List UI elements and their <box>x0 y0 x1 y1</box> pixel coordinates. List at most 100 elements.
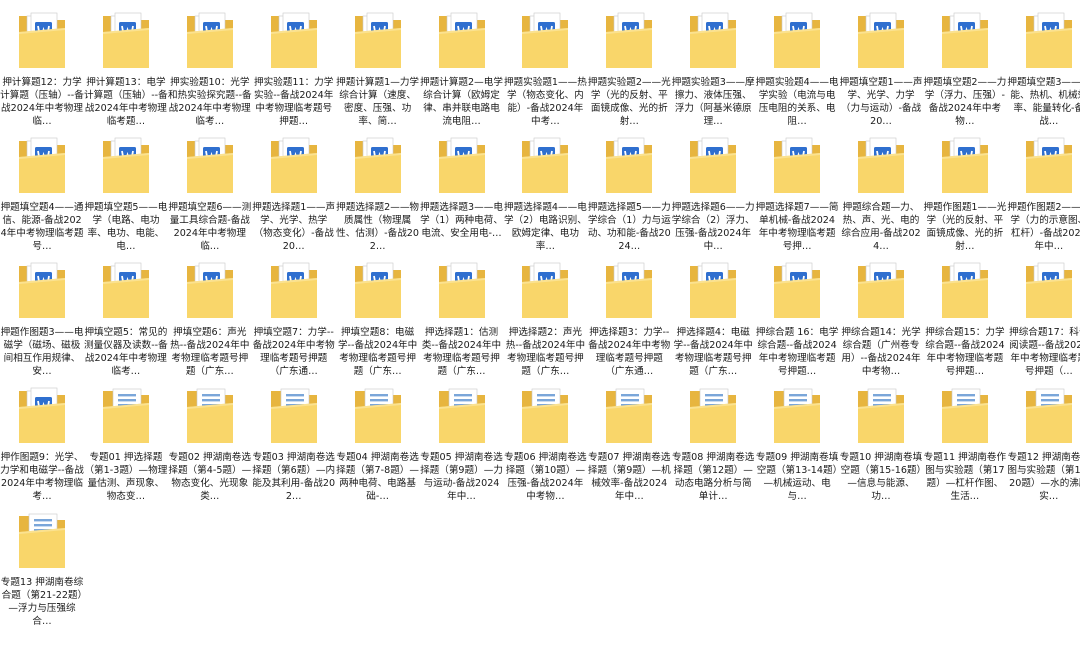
folder-item[interactable]: 押填空题6：声光热--备战2024年中考物理临考题号押题（广东… <box>168 252 252 380</box>
folder-icon <box>856 10 906 72</box>
folder-icon <box>353 260 403 322</box>
folder-label: 押实验题10：光学和热实验探究题--备战2024年中考物理临考… <box>167 77 252 127</box>
folder-item[interactable]: 押实验题10：光学和热实验探究题--备战2024年中考物理临考… <box>168 2 252 130</box>
folder-label: 押选择题3：力学--备战2024年中考物理临考题号押题（广东通… <box>588 327 671 377</box>
folder-item[interactable]: 押题选择题3——电学（1）两种电荷、电流、安全用电-… <box>420 127 504 255</box>
folder-item[interactable]: 专题10 押湖南卷填空题（第15-16题）—信息与能源、功… <box>839 377 923 505</box>
folder-item[interactable]: 押计算题13：电学计算题（压轴）--备战2024年中考物理临考题… <box>84 2 168 130</box>
folder-item[interactable]: 押题作图题3——电磁学（磁场、磁极间相互作用规律、安… <box>0 252 84 380</box>
folder-icon <box>101 385 151 447</box>
folder-icon <box>185 10 235 72</box>
folder-icon <box>520 135 570 197</box>
folder-label: 押填空题6：声光热--备战2024年中考物理临考题号押题（广东… <box>170 327 250 377</box>
folder-item[interactable]: 押题填空题6——测量工具综合题-备战2024年中考物理临… <box>168 127 252 255</box>
folder-item[interactable]: 专题09 押湖南卷填空题（第13-14题）—机械运动、电与… <box>755 377 839 505</box>
folder-icon <box>688 385 738 447</box>
folder-item[interactable]: 押题选择题7——简单机械-备战2024年中考物理临考题号押… <box>755 127 839 255</box>
folder-item[interactable]: 押填空题8：电磁学--备战2024年中考物理临考题号押题（广东… <box>336 252 420 380</box>
folder-item[interactable]: 押计算题12：力学计算题（压轴）--备战2024年中考物理临… <box>0 2 84 130</box>
folder-item[interactable]: 押题实验题4——电学实验（电流与电压电阻的关系、电阻… <box>755 2 839 130</box>
folder-item[interactable]: 押选择题2：声光热--备战2024年中考物理临考题号押题（广东… <box>503 252 587 380</box>
folder-item[interactable]: 押题选择题4——电学（2）电路识别、欧姆定律、电功率… <box>503 127 587 255</box>
folder-icon <box>604 10 654 72</box>
folder-label: 押综合题14：光学综合题（广州卷专用）--备战2024年中考物… <box>841 327 921 377</box>
folder-item[interactable]: 押题实验题3——摩擦力、液体压强、浮力（阿基米德原理… <box>671 2 755 130</box>
folder-label: 押题实验题2——光学（光的反射、平面镜成像、光的折射… <box>587 77 671 127</box>
folder-item[interactable]: 专题04 押湖南卷选择题（第7-8题）—两种电荷、电路基础-… <box>336 377 420 505</box>
folder-item[interactable]: 专题11 押湖南卷作图与实验题（第17题）—杠杆作图、生活… <box>923 377 1007 505</box>
folder-item[interactable]: 押题作图题1——光学（光的反射、平面镜成像、光的折射… <box>923 127 1007 255</box>
folder-label: 专题05 押湖南卷选择题（第9题）—力与运动-备战2024年中… <box>420 452 503 502</box>
folder-item[interactable]: 押题填空题4——通信、能源-备战2024年中考物理临考题号… <box>0 127 84 255</box>
folder-label: 押选择题1：估测类--备战2024年中考物理临考题号押题（广东… <box>421 327 502 377</box>
folder-item[interactable]: 押实验题11：力学实验--备战2024年中考物理临考题号押题… <box>252 2 336 130</box>
folder-item[interactable]: 专题02 押湖南卷选择题（第4-5题）—物态变化、光现象类… <box>168 377 252 505</box>
folder-icon <box>17 260 67 322</box>
folder-item[interactable]: 专题01 押选择题（第1-3题）—物理量估测、声现象、物态变… <box>84 377 168 505</box>
folder-item[interactable]: 押题选择题1——声学、光学、热学（物态变化）-备战20… <box>252 127 336 255</box>
folder-item[interactable]: 押题填空题3——内能、热机、机械效率、能量转化-备战… <box>1007 2 1080 130</box>
folder-icon <box>101 260 151 322</box>
folder-icon <box>17 10 67 72</box>
folder-label: 押题填空题1——声学、光学、力学（力与运动）-备战20… <box>839 77 923 127</box>
folder-item[interactable]: 押综合题15：力学综合题--备战2024年中考物理临考题号押题… <box>923 252 1007 380</box>
folder-item[interactable]: 专题08 押湖南卷选择题（第12题）—动态电路分析与简单计… <box>671 377 755 505</box>
folder-label: 专题08 押湖南卷选择题（第12题）—动态电路分析与简单计… <box>671 452 755 502</box>
folder-item[interactable]: 押填空题5：常见的测量仪器及读数--备战2024年中考物理临考… <box>84 252 168 380</box>
folder-item[interactable]: 专题13 押湖南卷综合题（第21-22题）—浮力与压强综合… <box>0 502 84 630</box>
folder-item[interactable]: 押综合题17：科普阅读题--备战2024年中考物理临考题号押题（… <box>1007 252 1080 380</box>
folder-label: 押作图题9：光学、力学和电磁学--备战2024年中考物理临考… <box>0 452 84 502</box>
folder-label: 押选择题2：声光热--备战2024年中考物理临考题号押题（广东… <box>505 327 586 377</box>
folder-item[interactable]: 押填空题7：力学--备战2024年中考物理临考题号押题（广东通… <box>252 252 336 380</box>
folder-item[interactable]: 押选择题3：力学--备战2024年中考物理临考题号押题（广东通… <box>587 252 671 380</box>
folder-icon <box>1024 385 1074 447</box>
folder-icon <box>940 10 990 72</box>
folder-label: 押题计算题2—电学综合计算（欧姆定律、串并联电路电流电阻… <box>420 77 503 127</box>
folder-item[interactable]: 专题05 押湖南卷选择题（第9题）—力与运动-备战2024年中… <box>420 377 504 505</box>
folder-item[interactable]: 押题填空题5——电学（电路、电功率、电功、电能、电… <box>84 127 168 255</box>
folder-item[interactable]: 专题12 押湖南卷作图与实验题（第18-20题）—水的沸腾实… <box>1007 377 1080 505</box>
folder-label: 专题02 押湖南卷选择题（第4-5题）—物态变化、光现象类… <box>168 452 252 502</box>
folder-icon <box>437 10 487 72</box>
folder-icon <box>604 260 654 322</box>
folder-label: 押题选择题3——电学（1）两种电荷、电流、安全用电-… <box>420 202 503 239</box>
folder-item[interactable]: 押综合题14：光学综合题（广州卷专用）--备战2024年中考物… <box>839 252 923 380</box>
folder-item[interactable]: 押作图题9：光学、力学和电磁学--备战2024年中考物理临考… <box>0 377 84 505</box>
folder-label: 专题04 押湖南卷选择题（第7-8题）—两种电荷、电路基础-… <box>336 452 419 502</box>
folder-item[interactable]: 押选择题1：估测类--备战2024年中考物理临考题号押题（广东… <box>420 252 504 380</box>
folder-icon <box>688 260 738 322</box>
folder-icon <box>772 385 822 447</box>
folder-item[interactable]: 专题07 押湖南卷选择题（第9题）—机械效率-备战2024年中… <box>587 377 671 505</box>
folder-label: 押题实验题4——电学实验（电流与电压电阻的关系、电阻… <box>755 77 839 127</box>
folder-icon <box>1024 135 1074 197</box>
folder-item[interactable]: 押题选择题2——物质属性（物理属性、估测）-备战202… <box>336 127 420 255</box>
folder-label: 专题06 押湖南卷选择题（第10题）—压强-备战2024年中考物… <box>504 452 587 502</box>
folder-icon <box>772 10 822 72</box>
folder-item[interactable]: 押题计算题2—电学综合计算（欧姆定律、串并联电路电流电阻… <box>420 2 504 130</box>
folder-icon <box>520 385 570 447</box>
folder-label: 押题实验题3——摩擦力、液体压强、浮力（阿基米德原理… <box>671 77 755 127</box>
folder-item[interactable]: 专题06 押湖南卷选择题（第10题）—压强-备战2024年中考物… <box>503 377 587 505</box>
folder-item[interactable]: 押题选择题6——力学综合（2）浮力、压强-备战2024年中… <box>671 127 755 255</box>
folder-item[interactable]: 押题实验题2——光学（光的反射、平面镜成像、光的折射… <box>587 2 671 130</box>
folder-item[interactable]: 押题计算题1—力学综合计算（速度、密度、压强、功率、简… <box>336 2 420 130</box>
folder-item[interactable]: 押题选择题5——力学综合（1）力与运动、功和能-备战2024… <box>587 127 671 255</box>
folder-item[interactable]: 专题03 押湖南卷选择题（第6题）—内能及其利用-备战202… <box>252 377 336 505</box>
folder-icon <box>940 385 990 447</box>
folder-item[interactable]: 押题综合题—力、热、声、光、电的综合应用-备战2024… <box>839 127 923 255</box>
folder-item[interactable]: 押综合题 16：电学综合题--备战2024年中考物理临考题号押题… <box>755 252 839 380</box>
folder-label: 押题综合题—力、热、声、光、电的综合应用-备战2024… <box>841 202 921 252</box>
folder-label: 押计算题13：电学计算题（压轴）--备战2024年中考物理临考题… <box>84 77 168 127</box>
folder-item[interactable]: 押题填空题2——力学（浮力、压强）-备战2024年中考物… <box>923 2 1007 130</box>
folder-item[interactable]: 押选择题4：电磁学--备战2024年中考物理临考题号押题（广东… <box>671 252 755 380</box>
folder-label: 押题实验题1——热学（物态变化、内能）-备战2024年中考… <box>503 77 587 127</box>
folder-item[interactable]: 押题作图题2——力学（力的示意图、杠杆）-备战2024年中… <box>1007 127 1080 255</box>
folder-icon <box>269 135 319 197</box>
folder-icon <box>940 260 990 322</box>
folder-label: 押题选择题5——力学综合（1）力与运动、功和能-备战2024… <box>587 202 671 252</box>
folder-icon <box>1024 260 1074 322</box>
folder-item[interactable]: 押题实验题1——热学（物态变化、内能）-备战2024年中考… <box>503 2 587 130</box>
folder-label: 押题填空题5——电学（电路、电功率、电功、电能、电… <box>84 202 168 252</box>
folder-item[interactable]: 押题填空题1——声学、光学、力学（力与运动）-备战20… <box>839 2 923 130</box>
folder-label: 押填空题5：常见的测量仪器及读数--备战2024年中考物理临考… <box>84 327 168 377</box>
